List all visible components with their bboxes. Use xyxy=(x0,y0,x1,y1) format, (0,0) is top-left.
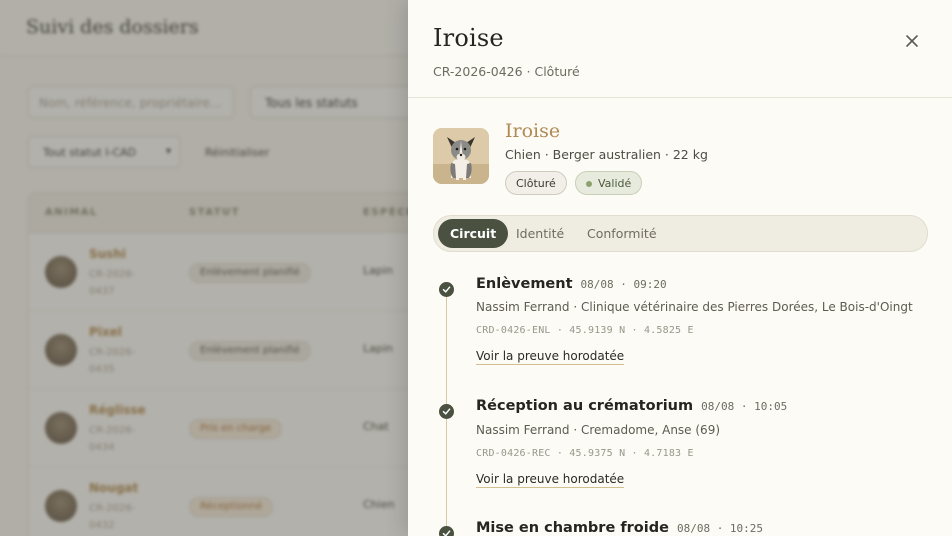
step-title-text: Réception au crématorium xyxy=(476,398,694,414)
step-title-text: Mise en chambre froide xyxy=(476,520,669,536)
step-code: CRD-0426-REC · 45.9375 N · 4.7183 E xyxy=(476,448,694,459)
pet-name: Iroise xyxy=(505,120,561,142)
timestamped-proof-link[interactable]: Voir la preuve horodatée xyxy=(476,472,625,488)
tab-conformite[interactable]: Conformité xyxy=(575,219,669,248)
validated-badge: Validé xyxy=(575,171,643,195)
dog-photo-icon xyxy=(433,128,489,184)
timestamped-proof-link[interactable]: Voir la preuve horodatée xyxy=(476,349,625,365)
detail-tabs: Circuit Identité Conformité xyxy=(433,215,928,252)
step-title-text: Enlèvement xyxy=(476,276,573,292)
close-button[interactable] xyxy=(900,30,924,52)
drawer-header: Iroise CR-2026-0426 · Clôturé xyxy=(408,0,952,98)
status-dot-icon xyxy=(586,181,592,187)
step-title: Enlèvement 08/08 · 09:20 xyxy=(476,276,667,292)
step-complete-icon xyxy=(439,404,454,419)
step-description: Nassim Ferrand · Cremadome, Anse (69) xyxy=(476,423,721,437)
drawer-subtitle: CR-2026-0426 · Clôturé xyxy=(433,64,580,79)
tab-identite[interactable]: Identité xyxy=(504,219,576,248)
circuit-timeline: Enlèvement 08/08 · 09:20 Nassim Ferrand ·… xyxy=(408,262,952,536)
step-time: 08/08 · 09:20 xyxy=(580,278,667,291)
step-complete-icon xyxy=(439,526,454,536)
step-title: Réception au crématorium 08/08 · 10:05 xyxy=(476,398,787,414)
step-title: Mise en chambre froide 08/08 · 10:25 xyxy=(476,520,763,536)
close-icon xyxy=(906,35,918,47)
pet-meta: Chien · Berger australien · 22 kg xyxy=(505,147,708,162)
step-complete-icon xyxy=(439,282,454,297)
closed-badge: Clôturé xyxy=(505,171,567,195)
step-time: 08/08 · 10:05 xyxy=(701,400,788,413)
drawer-title: Iroise xyxy=(433,24,504,52)
record-detail-drawer: Iroise CR-2026-0426 · Clôturé Iroise Chi… xyxy=(408,0,952,536)
pet-photo xyxy=(433,128,489,184)
step-description: Nassim Ferrand · Clinique vétérinaire de… xyxy=(476,300,913,314)
step-time: 08/08 · 10:25 xyxy=(676,522,764,535)
step-code: CRD-0426-ENL · 45.9139 N · 4.5825 E xyxy=(476,325,694,336)
validated-badge-label: Validé xyxy=(598,177,632,190)
tab-circuit[interactable]: Circuit xyxy=(438,219,509,248)
